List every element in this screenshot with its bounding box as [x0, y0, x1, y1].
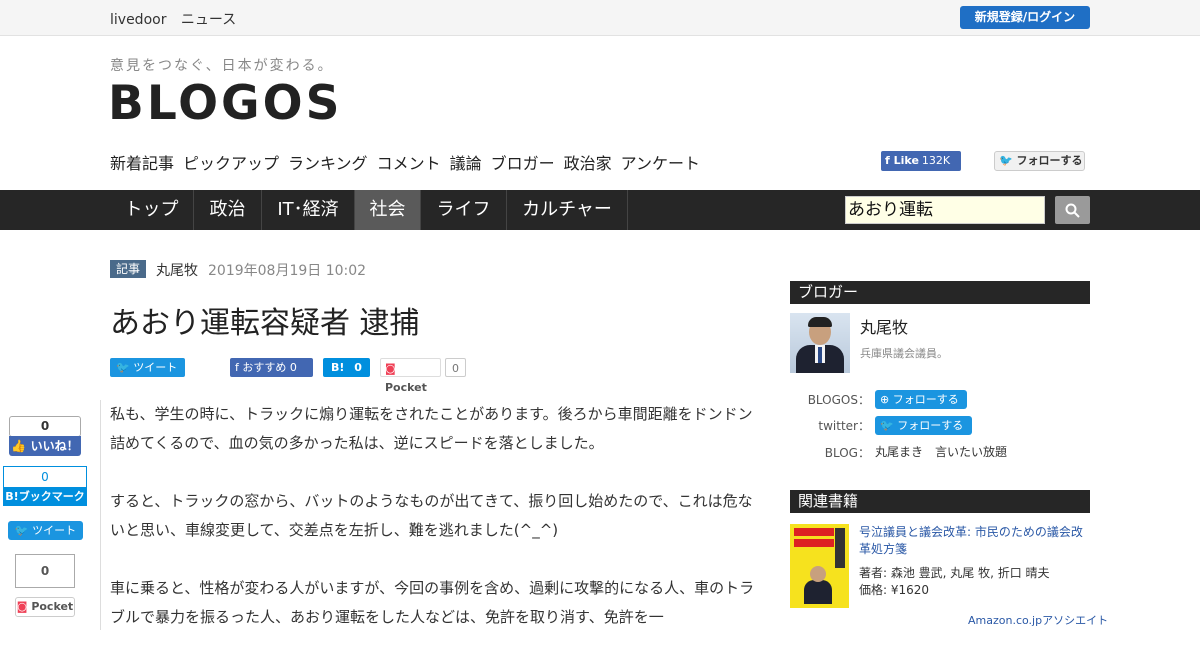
blogger-description: 兵庫県議会議員。: [860, 347, 948, 360]
float-pocket-count: 0: [15, 554, 75, 588]
plus-icon: ⊕: [880, 393, 890, 406]
subnav-new[interactable]: 新着記事: [110, 154, 174, 173]
search-icon: [1065, 203, 1080, 218]
nav-culture[interactable]: カルチャー: [507, 190, 628, 230]
nav-top[interactable]: トップ: [110, 190, 194, 230]
float-hatena-count: 0: [3, 466, 87, 488]
share-tweet-label: ツイート: [133, 361, 178, 374]
book-title-link[interactable]: 号泣議員と議会改革: 市民のための議会改革処方箋: [859, 524, 1089, 558]
blog-label: BLOG：: [824, 446, 870, 460]
share-facebook-count: 0: [289, 361, 297, 374]
nav-politics[interactable]: 政治: [194, 190, 262, 230]
tagline: 意見をつなぐ、日本が変わる。: [110, 58, 334, 74]
blogger-name[interactable]: 丸尾牧: [860, 314, 908, 338]
blogger-avatar[interactable]: [790, 313, 850, 373]
blogos-label: BLOGOS：: [807, 393, 870, 407]
pocket-icon: ◙: [16, 600, 28, 613]
twitter-bird-icon: 🐦: [116, 361, 130, 374]
paragraph: すると、トラックの窓から、バットのようなものが出てきて、振り回し始めたので、これ…: [110, 492, 753, 539]
twitter-bird-icon: 🐦: [880, 419, 894, 432]
twitter-follow-sidebar-label: フォローする: [897, 419, 964, 432]
nav-society[interactable]: 社会: [355, 190, 421, 230]
subnav-comment[interactable]: コメント: [377, 154, 441, 173]
top-bar: livedoor ニュース 新規登録/ログイン: [0, 0, 1200, 36]
pocket-icon: ◙: [385, 362, 396, 375]
twitter-follow-label: フォローする: [1016, 154, 1083, 167]
subnav-pickup[interactable]: ピックアップ: [183, 154, 279, 173]
float-pocket-button[interactable]: ◙ Pocket: [15, 597, 75, 617]
article-title: あおり運転容疑者 逮捕: [110, 306, 420, 341]
facebook-icon: f: [235, 361, 239, 374]
paragraph: 私も、学生の時に、トラックに煽り運転をされたことがあります。後ろから車間距離をド…: [110, 405, 753, 452]
facebook-like-label: Like: [893, 154, 919, 167]
float-facebook-count: 0: [9, 416, 81, 437]
twitter-follow-button[interactable]: 🐦 フォローする: [994, 151, 1085, 171]
blogos-follow-label: フォローする: [892, 393, 959, 406]
subnav-blogger[interactable]: ブロガー: [491, 154, 555, 173]
facebook-like-button[interactable]: f Like 132K: [881, 151, 961, 171]
share-pocket-label: Pocket: [385, 381, 427, 394]
subnav-debate[interactable]: 議論: [450, 154, 482, 173]
article-tag[interactable]: 記事: [110, 260, 146, 278]
share-pocket-button[interactable]: ◙ Pocket: [380, 358, 441, 394]
float-hatena-button[interactable]: B!ブックマーク: [3, 487, 87, 506]
left-divider: [100, 400, 101, 630]
book-author: 著者: 森池 豊武, 丸尾 牧, 折口 晴夫: [859, 566, 1050, 580]
hatena-icon: B!: [331, 361, 345, 374]
book-cover[interactable]: [790, 524, 849, 608]
login-button[interactable]: 新規登録/ログイン: [960, 6, 1090, 29]
float-pocket-label: Pocket: [31, 600, 74, 613]
blogger-section-heading: ブロガー: [790, 281, 1090, 304]
search-button[interactable]: [1055, 196, 1090, 224]
twitter-label: twitter：: [818, 419, 870, 433]
blogos-logo[interactable]: BLOGOS: [108, 76, 342, 131]
sub-navigation: 新着記事 ピックアップ ランキング コメント 議論 ブロガー 政治家 アンケート: [110, 150, 709, 174]
float-facebook-like-button[interactable]: 👍 いいね！: [9, 436, 81, 456]
share-pocket-count: 0: [445, 358, 466, 377]
facebook-icon: f: [885, 154, 890, 167]
twitter-bird-icon: 🐦: [14, 524, 29, 537]
share-tweet-button[interactable]: 🐦 ツイート: [110, 358, 185, 377]
nav-it-economy[interactable]: IT･経済: [262, 190, 355, 230]
share-facebook-label: おすすめ: [242, 361, 287, 374]
share-hatena-count: 0: [354, 361, 362, 374]
nav-life[interactable]: ライフ: [421, 190, 507, 230]
subnav-politician[interactable]: 政治家: [564, 154, 612, 173]
article-author[interactable]: 丸尾牧: [156, 260, 198, 280]
facebook-like-count: 132K: [921, 154, 951, 167]
site-links: livedoor ニュース: [110, 9, 246, 29]
search-input[interactable]: あおり運転: [845, 196, 1045, 224]
twitter-follow-sidebar-button[interactable]: 🐦 フォローする: [875, 416, 972, 435]
share-facebook-button[interactable]: f おすすめ 0: [230, 358, 313, 377]
twitter-bird-icon: 🐦: [999, 154, 1013, 167]
article-date: 2019年08月19日 10:02: [208, 263, 367, 279]
paragraph: 車に乗ると、性格が変わる人がいますが、今回の事例を含め、過剰に攻撃的になる人、車…: [110, 579, 755, 626]
share-hatena-button[interactable]: B! 0: [323, 358, 370, 377]
related-books-heading: 関連書籍: [790, 490, 1090, 513]
thumbs-up-icon: 👍: [11, 439, 27, 453]
float-facebook-label: いいね！: [30, 439, 79, 453]
amazon-associate-link[interactable]: Amazon.co.jpアソシエイト: [968, 612, 1108, 628]
subnav-ranking[interactable]: ランキング: [288, 154, 368, 173]
livedoor-link[interactable]: livedoor: [110, 12, 166, 28]
float-tweet-label: ツイート: [32, 524, 77, 537]
blog-link[interactable]: 丸尾まき 言いたい放題: [875, 443, 1007, 460]
article-body: 私も、学生の時に、トラックに煽り運転をされたことがあります。後ろから車間距離をド…: [110, 400, 755, 661]
subnav-survey[interactable]: アンケート: [621, 154, 700, 173]
blogos-follow-button[interactable]: ⊕ フォローする: [875, 390, 967, 409]
news-link[interactable]: ニュース: [181, 12, 236, 28]
book-price: 価格: ¥1620: [859, 583, 930, 597]
float-tweet-button[interactable]: 🐦 ツイート: [8, 521, 83, 540]
